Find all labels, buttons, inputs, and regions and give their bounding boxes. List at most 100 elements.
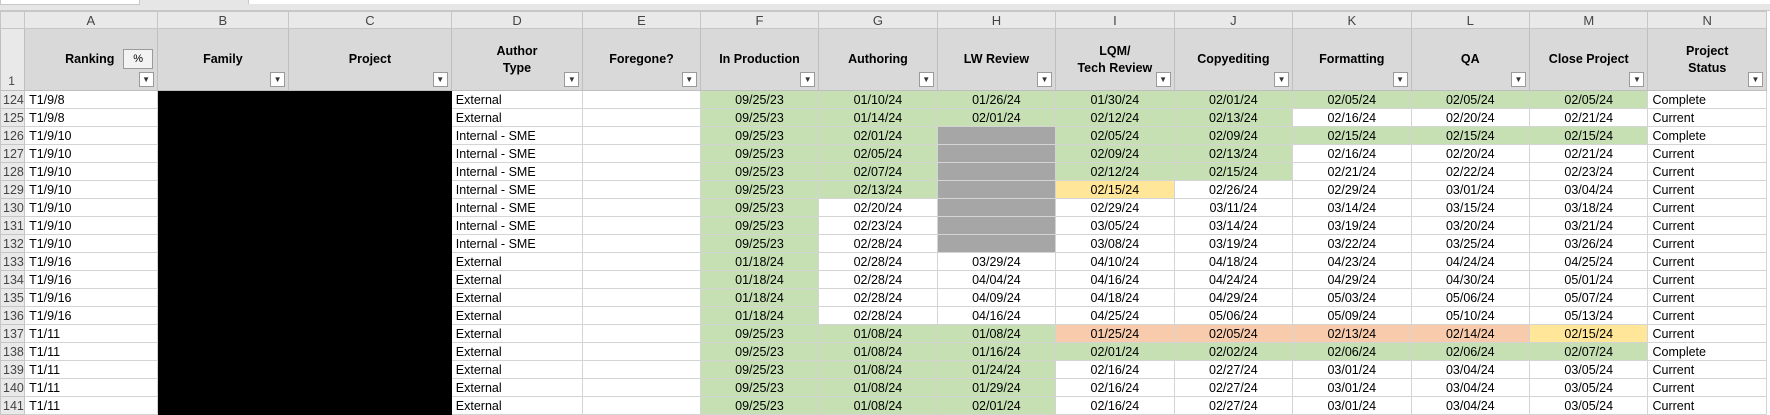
authoring-cell[interactable]: 02/13/24 — [818, 180, 938, 199]
filter-dropdown-icon[interactable]: ▼ — [800, 72, 816, 87]
foregone-cell[interactable] — [582, 126, 701, 145]
project-cell[interactable] — [288, 126, 452, 145]
author-type-cell[interactable]: External — [450, 252, 584, 271]
foregone-cell[interactable] — [582, 198, 701, 217]
lqm-review-cell[interactable]: 01/30/24 — [1055, 90, 1175, 109]
author-type-cell[interactable]: Internal - SME — [450, 234, 584, 253]
close-project-cell[interactable]: 02/21/24 — [1529, 108, 1649, 127]
foregone-cell[interactable] — [582, 270, 701, 289]
in-production-cell[interactable]: 09/25/23 — [699, 216, 820, 235]
qa-cell[interactable]: 02/15/24 — [1410, 126, 1531, 145]
foregone-cell[interactable] — [582, 144, 701, 163]
close-project-cell[interactable]: 02/15/24 — [1529, 126, 1649, 145]
foregone-cell[interactable] — [582, 108, 701, 127]
qa-cell[interactable]: 02/20/24 — [1410, 144, 1531, 163]
authoring-cell[interactable]: 01/14/24 — [818, 108, 938, 127]
qa-cell[interactable]: 05/06/24 — [1410, 288, 1531, 307]
qa-cell[interactable]: 02/14/24 — [1410, 324, 1531, 343]
family-cell[interactable] — [156, 162, 290, 181]
in-production-cell[interactable]: 01/18/24 — [699, 252, 820, 271]
copyediting-cell[interactable]: 03/19/24 — [1173, 234, 1294, 253]
project-status-cell[interactable]: Current — [1647, 180, 1767, 199]
select-all-corner[interactable] — [0, 11, 26, 29]
authoring-cell[interactable]: 02/05/24 — [818, 144, 938, 163]
lw-review-cell[interactable]: 01/08/24 — [936, 324, 1057, 343]
project-status-cell[interactable]: Current — [1647, 288, 1767, 307]
formatting-cell[interactable]: 03/01/24 — [1292, 396, 1412, 415]
lqm-review-cell[interactable]: 02/29/24 — [1055, 198, 1175, 217]
project-cell[interactable] — [288, 162, 452, 181]
row-number[interactable]: 132 — [0, 234, 26, 253]
close-project-cell[interactable]: 03/18/24 — [1529, 198, 1649, 217]
lw-review-cell[interactable] — [936, 126, 1057, 145]
header-author-type[interactable]: Author Type ▼ — [450, 28, 584, 91]
project-cell[interactable] — [288, 252, 452, 271]
column-letter-f[interactable]: F — [699, 11, 820, 29]
lqm-review-cell[interactable]: 02/12/24 — [1055, 108, 1175, 127]
project-cell[interactable] — [288, 144, 452, 163]
qa-cell[interactable]: 02/22/24 — [1410, 162, 1531, 181]
qa-cell[interactable]: 02/06/24 — [1410, 342, 1531, 361]
foregone-cell[interactable] — [582, 162, 701, 181]
lqm-review-cell[interactable]: 03/05/24 — [1055, 216, 1175, 235]
lqm-review-cell[interactable]: 02/16/24 — [1055, 396, 1175, 415]
family-cell[interactable] — [156, 324, 290, 343]
lqm-review-cell[interactable]: 01/25/24 — [1055, 324, 1175, 343]
ranking-cell[interactable]: T1/9/10 — [24, 234, 158, 253]
project-status-cell[interactable]: Current — [1647, 378, 1767, 397]
header-project-status[interactable]: Project Status ▼ — [1647, 28, 1767, 91]
project-status-cell[interactable]: Current — [1647, 396, 1767, 415]
lqm-review-cell[interactable]: 04/16/24 — [1055, 270, 1175, 289]
column-letter-k[interactable]: K — [1292, 11, 1412, 29]
author-type-cell[interactable]: Internal - SME — [450, 198, 584, 217]
family-cell[interactable] — [156, 126, 290, 145]
in-production-cell[interactable]: 09/25/23 — [699, 162, 820, 181]
family-cell[interactable] — [156, 396, 290, 415]
qa-cell[interactable]: 03/01/24 — [1410, 180, 1531, 199]
header-family[interactable]: Family ▼ — [156, 28, 290, 91]
close-project-cell[interactable]: 03/21/24 — [1529, 216, 1649, 235]
copyediting-cell[interactable]: 02/27/24 — [1173, 378, 1294, 397]
lqm-review-cell[interactable]: 04/10/24 — [1055, 252, 1175, 271]
copyediting-cell[interactable]: 03/11/24 — [1173, 198, 1294, 217]
author-type-cell[interactable]: External — [450, 324, 584, 343]
formatting-cell[interactable]: 05/09/24 — [1292, 306, 1412, 325]
family-cell[interactable] — [156, 108, 290, 127]
ranking-cell[interactable]: T1/11 — [24, 360, 158, 379]
row-number[interactable]: 133 — [0, 252, 26, 271]
close-project-cell[interactable]: 02/23/24 — [1529, 162, 1649, 181]
project-status-cell[interactable]: Current — [1647, 252, 1767, 271]
family-cell[interactable] — [156, 198, 290, 217]
sheet-tab-right[interactable] — [248, 0, 1770, 4]
copyediting-cell[interactable]: 02/09/24 — [1173, 126, 1294, 145]
project-status-cell[interactable]: Current — [1647, 108, 1767, 127]
header-ranking[interactable]: Ranking % ▼ — [24, 28, 158, 91]
row-number-1[interactable]: 1 — [0, 28, 26, 91]
lqm-review-cell[interactable]: 02/09/24 — [1055, 144, 1175, 163]
project-cell[interactable] — [288, 288, 452, 307]
qa-cell[interactable]: 03/04/24 — [1410, 396, 1531, 415]
formatting-cell[interactable]: 03/22/24 — [1292, 234, 1412, 253]
authoring-cell[interactable]: 01/08/24 — [818, 342, 938, 361]
in-production-cell[interactable]: 09/25/23 — [699, 396, 820, 415]
family-cell[interactable] — [156, 180, 290, 199]
ranking-cell[interactable]: T1/11 — [24, 342, 158, 361]
ranking-cell[interactable]: T1/9/10 — [24, 198, 158, 217]
close-project-cell[interactable]: 05/07/24 — [1529, 288, 1649, 307]
filter-dropdown-icon[interactable]: ▼ — [432, 72, 448, 87]
in-production-cell[interactable]: 09/25/23 — [699, 342, 820, 361]
qa-cell[interactable]: 04/30/24 — [1410, 270, 1531, 289]
qa-cell[interactable]: 02/20/24 — [1410, 108, 1531, 127]
close-project-cell[interactable]: 02/05/24 — [1529, 90, 1649, 109]
project-cell[interactable] — [288, 324, 452, 343]
in-production-cell[interactable]: 09/25/23 — [699, 234, 820, 253]
filter-dropdown-icon[interactable]: ▼ — [270, 72, 286, 87]
column-letter-c[interactable]: C — [288, 11, 452, 29]
foregone-cell[interactable] — [582, 216, 701, 235]
row-number[interactable]: 140 — [0, 378, 26, 397]
family-cell[interactable] — [156, 216, 290, 235]
authoring-cell[interactable]: 01/08/24 — [818, 378, 938, 397]
qa-cell[interactable]: 02/05/24 — [1410, 90, 1531, 109]
lw-review-cell[interactable]: 04/09/24 — [936, 288, 1057, 307]
row-number[interactable]: 129 — [0, 180, 26, 199]
